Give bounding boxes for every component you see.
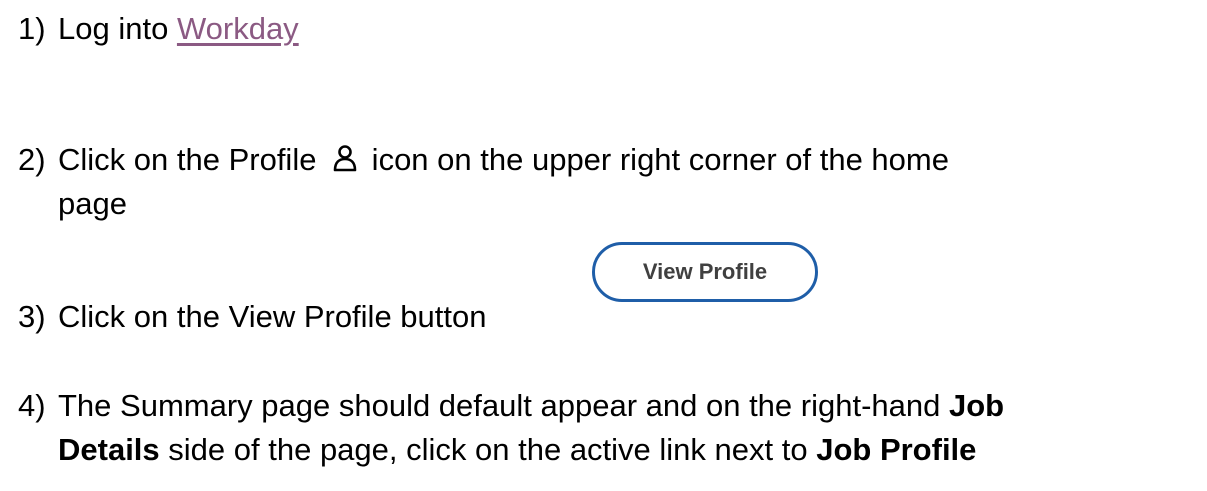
profile-icon (333, 140, 357, 172)
step-text: Log into (58, 11, 177, 46)
workday-link[interactable]: Workday (177, 11, 299, 46)
view-profile-button[interactable]: View Profile (592, 242, 818, 302)
step-4: 4) The Summary page should default appear… (18, 384, 1004, 428)
step-text-continued: icon on the upper right corner of the ho… (363, 142, 949, 177)
step-number: 4) (18, 388, 46, 423)
step-3: 3) Click on the View Profile button (18, 295, 487, 339)
step-4-continuation: Details side of the page, click on the a… (58, 428, 976, 472)
step-text: Click on the View Profile button (58, 299, 487, 334)
step-number: 1) (18, 11, 46, 46)
job-details-bold: Job (948, 388, 1005, 423)
step-number: 3) (18, 299, 46, 334)
job-profile-bold: Job Profile (816, 432, 977, 467)
step-number: 2) (18, 142, 46, 177)
step-2: 2) Click on the Profile icon on the upper… (18, 138, 949, 182)
details-bold: Details (58, 432, 160, 467)
step-text-continued: side of the page, click on the active li… (159, 432, 817, 467)
step-text: The Summary page should default appear a… (58, 388, 949, 423)
step-1: 1) Log into Workday (18, 7, 299, 51)
step-2-continuation: page (58, 186, 127, 221)
step-text: Click on the Profile (58, 142, 326, 177)
